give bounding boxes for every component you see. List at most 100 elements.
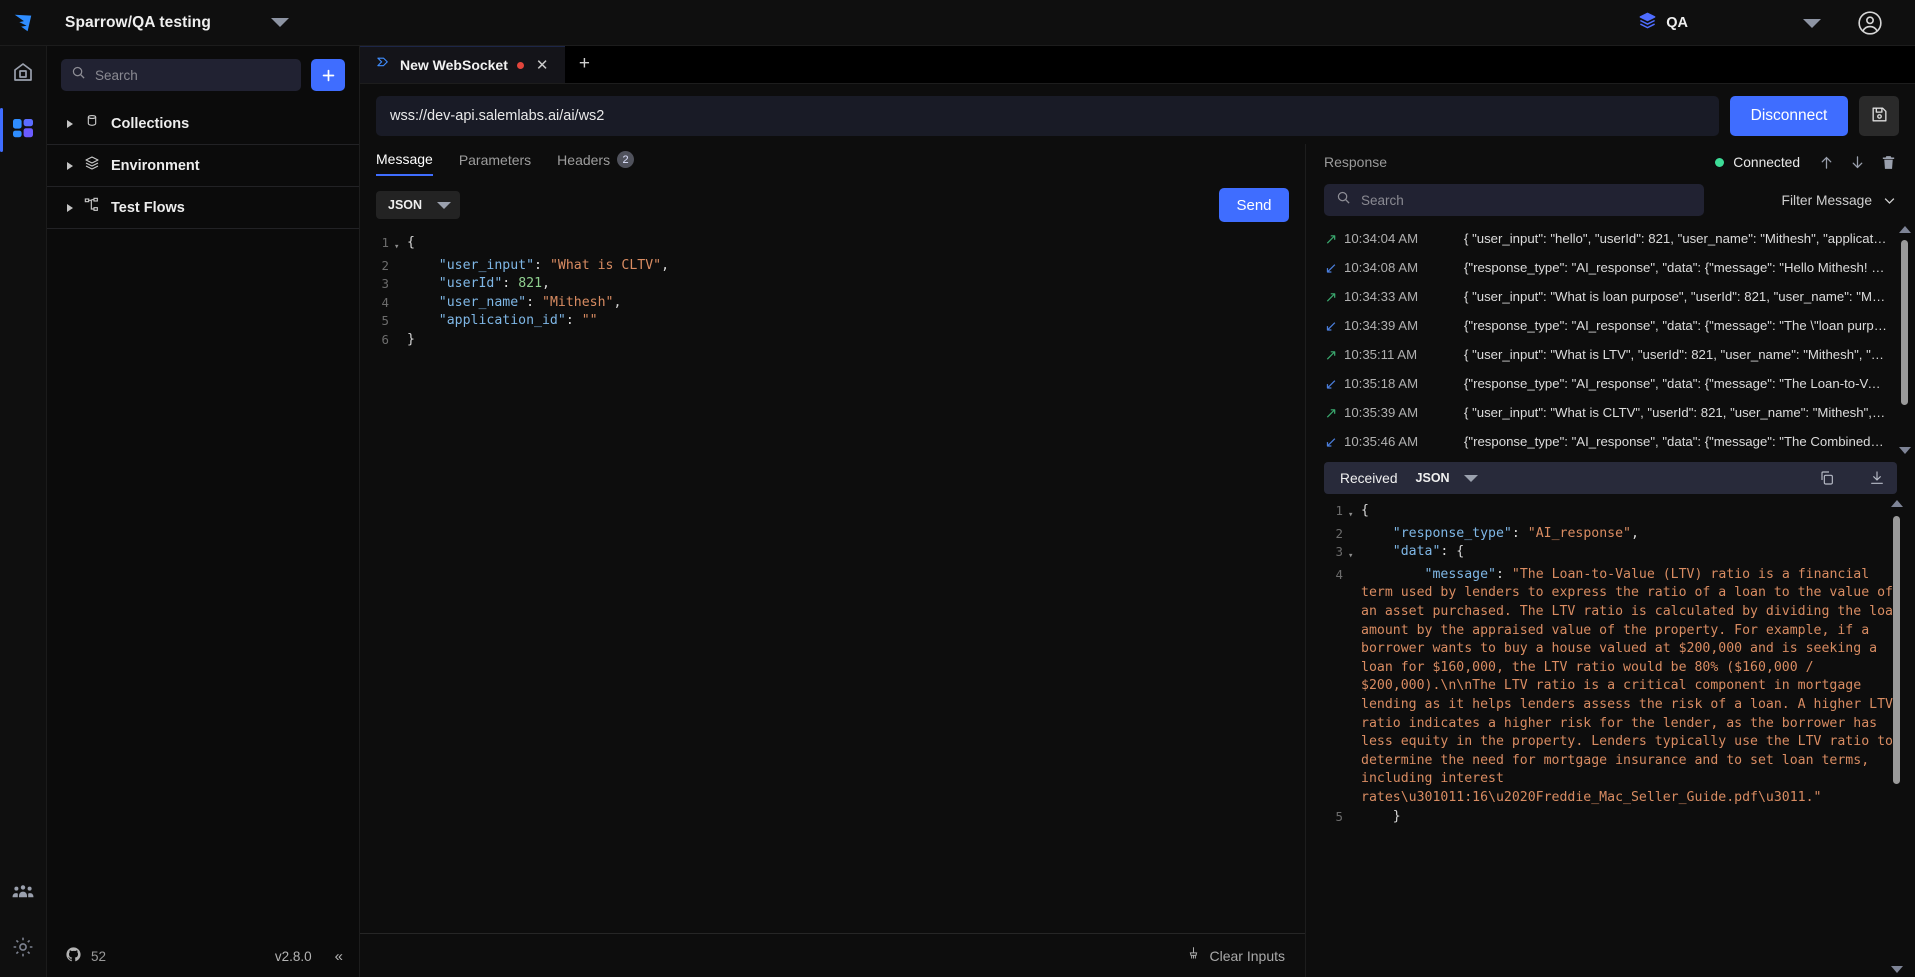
chevron-down-icon[interactable] xyxy=(271,18,289,27)
message-row[interactable]: ↗10:35:11 AM{ "user_input": "What is LTV… xyxy=(1306,340,1915,369)
body-type-label: JSON xyxy=(388,198,422,212)
close-icon[interactable]: ✕ xyxy=(533,58,552,73)
request-body-editor[interactable]: 1▾{2 "user_input": "What is CLTV",3 "use… xyxy=(360,228,1305,933)
fold-toggle-icon xyxy=(394,294,407,313)
filter-message-label: Filter Message xyxy=(1782,193,1872,208)
chevron-down-icon xyxy=(1882,193,1897,208)
sidebar-item-test-flows[interactable]: Test Flows xyxy=(47,187,359,229)
collapse-sidebar-button[interactable]: « xyxy=(335,948,343,965)
message-row[interactable]: ↗10:35:39 AM{ "user_input": "What is CLT… xyxy=(1306,398,1915,427)
message-list-scrollbar[interactable] xyxy=(1900,226,1909,454)
app-version: v2.8.0 xyxy=(275,949,312,964)
received-scrollbar[interactable] xyxy=(1892,500,1901,973)
chevron-down-icon[interactable] xyxy=(1803,19,1821,28)
scrollbar-down-arrow-icon[interactable] xyxy=(1891,966,1903,973)
scrollbar-down-arrow-icon[interactable] xyxy=(1899,447,1911,454)
sidebar-search-box[interactable] xyxy=(61,59,301,91)
received-type-selector[interactable]: JSON xyxy=(1416,471,1478,485)
received-label: Received xyxy=(1340,471,1398,486)
scrollbar-up-arrow-icon[interactable] xyxy=(1891,500,1903,507)
sidebar-item-environment[interactable]: Environment xyxy=(47,145,359,187)
clear-inputs-button[interactable]: Clear Inputs xyxy=(1210,948,1285,964)
message-row[interactable]: ↗10:34:04 AM{ "user_input": "hello", "us… xyxy=(1306,224,1915,253)
received-json-viewer[interactable]: 1▾{2 "response_type": "AI_response",3▾ "… xyxy=(1306,502,1915,826)
line-number: 2 xyxy=(360,257,394,276)
code-token: "data" xyxy=(1393,543,1441,566)
copy-icon[interactable] xyxy=(1819,470,1835,486)
rail-item-community[interactable] xyxy=(0,865,47,921)
chevron-right-icon[interactable] xyxy=(67,204,73,212)
sidebar-item-label: Collections xyxy=(111,116,189,132)
environment-selector[interactable]: QA xyxy=(1638,11,1688,35)
code-token: "The Loan-to-Value (LTV) ratio is a fina… xyxy=(1361,567,1909,805)
line-number: 4 xyxy=(360,294,394,313)
tab-headers[interactable]: Headers 2 xyxy=(557,151,634,175)
github-icon[interactable] xyxy=(65,946,82,966)
response-search-input[interactable] xyxy=(1361,193,1692,208)
url-box[interactable] xyxy=(376,96,1719,136)
save-button[interactable] xyxy=(1859,96,1899,136)
add-button[interactable] xyxy=(311,59,345,91)
received-body[interactable]: 1▾{2 "response_type": "AI_response",3▾ "… xyxy=(1306,494,1915,977)
fold-toggle-icon[interactable]: ▾ xyxy=(394,234,407,257)
message-row[interactable]: ↙10:35:46 AM{"response_type": "AI_respon… xyxy=(1306,427,1915,456)
message-row[interactable]: ↗10:34:33 AM{ "user_input": "What is loa… xyxy=(1306,282,1915,311)
body-type-selector[interactable]: JSON xyxy=(376,191,460,219)
scrollbar-thumb[interactable] xyxy=(1901,240,1908,405)
code-token xyxy=(407,275,439,294)
code-token: "response_type" xyxy=(1393,525,1512,544)
download-icon[interactable] xyxy=(1869,470,1885,486)
response-search-box[interactable] xyxy=(1324,184,1704,216)
disconnect-button[interactable]: Disconnect xyxy=(1730,96,1848,136)
response-pane: Response Connected xyxy=(1306,144,1915,977)
tab-parameters[interactable]: Parameters xyxy=(459,152,531,175)
chevron-right-icon[interactable] xyxy=(67,162,73,170)
outgoing-arrow-icon: ↗ xyxy=(1318,230,1344,248)
tab-new-websocket[interactable]: New WebSocket ✕ xyxy=(360,45,565,83)
scroll-down-button[interactable] xyxy=(1849,154,1866,171)
fold-toggle-icon xyxy=(394,275,407,294)
code-token: "application_id" xyxy=(439,312,566,331)
message-row[interactable]: ↙10:34:39 AM{"response_type": "AI_respon… xyxy=(1306,311,1915,340)
received-message-line: 4 "message": "The Loan-to-Value (LTV) ra… xyxy=(1306,566,1915,808)
split-panes: Message Parameters Headers 2 JSON xyxy=(360,144,1915,977)
filter-message-dropdown[interactable]: Filter Message xyxy=(1782,193,1897,208)
environment-label: QA xyxy=(1666,15,1688,31)
rail-item-settings[interactable] xyxy=(0,921,47,977)
rail-item-workspace[interactable] xyxy=(0,102,47,158)
fold-toggle-icon[interactable]: ▾ xyxy=(1348,502,1361,525)
search-icon xyxy=(71,65,86,85)
message-row[interactable]: ↙10:35:18 AM{"response_type": "AI_respon… xyxy=(1306,369,1915,398)
body: Collections Environment xyxy=(0,46,1915,977)
rail-item-home[interactable] xyxy=(0,46,47,102)
request-footer: Clear Inputs xyxy=(360,933,1305,977)
code-token: , xyxy=(1631,525,1639,544)
message-list[interactable]: ↗10:34:04 AM{ "user_input": "hello", "us… xyxy=(1306,224,1915,456)
code-token: "user_name" xyxy=(439,294,526,313)
scrollbar-thumb[interactable] xyxy=(1893,516,1900,784)
scrollbar-up-arrow-icon[interactable] xyxy=(1899,226,1911,233)
tab-message[interactable]: Message xyxy=(376,151,433,176)
tab-message-label: Message xyxy=(376,151,433,167)
message-preview: { "user_input": "What is loan purpose", … xyxy=(1464,289,1887,304)
user-circle-icon[interactable] xyxy=(1857,10,1883,36)
chevron-right-icon[interactable] xyxy=(67,120,73,128)
message-timestamp: 10:34:08 AM xyxy=(1344,260,1464,275)
send-button[interactable]: Send xyxy=(1219,188,1289,222)
tab-title: New WebSocket xyxy=(400,57,508,73)
message-preview: {"response_type": "AI_response", "data":… xyxy=(1464,376,1887,391)
line-number: 5 xyxy=(360,312,394,331)
url-input[interactable] xyxy=(390,108,1705,124)
incoming-arrow-icon: ↙ xyxy=(1318,317,1344,335)
trash-icon[interactable] xyxy=(1880,154,1897,171)
main-area: New WebSocket ✕ + Disconnect xyxy=(360,46,1915,977)
search-input[interactable] xyxy=(95,68,291,83)
fold-toggle-icon[interactable]: ▾ xyxy=(1348,543,1361,566)
message-timestamp: 10:35:46 AM xyxy=(1344,434,1464,449)
scroll-up-button[interactable] xyxy=(1818,154,1835,171)
code-token xyxy=(407,294,439,313)
message-row[interactable]: ↙10:34:08 AM{"response_type": "AI_respon… xyxy=(1306,253,1915,282)
outgoing-arrow-icon: ↗ xyxy=(1318,404,1344,422)
add-tab-button[interactable]: + xyxy=(565,45,603,83)
sidebar-item-collections[interactable]: Collections xyxy=(47,103,359,145)
